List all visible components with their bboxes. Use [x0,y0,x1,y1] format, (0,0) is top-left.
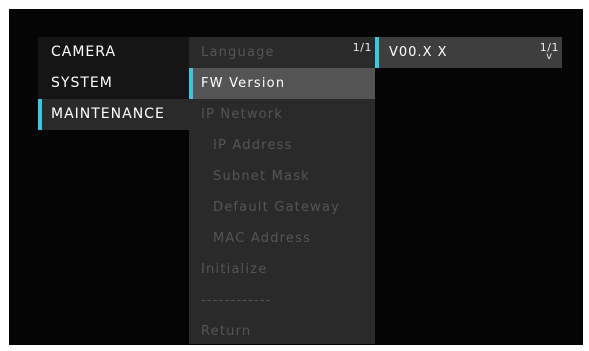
osd-screen: CAMERA SYSTEM MAINTENANCE Language 1/1 F… [9,9,583,345]
maintenance-submenu: Language 1/1 FW Version IP Network IP Ad… [189,37,375,344]
submenu-item-label: IP Network [201,107,284,122]
submenu-page-indicator: 1/1 [352,41,372,54]
main-menu-item-maintenance[interactable]: MAINTENANCE [38,99,189,130]
submenu-item-mac-address: MAC Address [189,223,375,254]
submenu-item-label: Initialize [201,262,268,277]
submenu-item-label: FW Version [201,76,286,91]
fw-version-value-panel: V00.X X 1/1 v [375,37,562,68]
submenu-item-label: IP Address [213,138,293,153]
main-menu-item-label: CAMERA [51,44,117,60]
main-menu-item-label: MAINTENANCE [51,106,165,122]
submenu-item-label: Return [201,324,252,339]
submenu-item-subnet-mask: Subnet Mask [189,161,375,192]
submenu-item-return: Return [189,316,375,347]
submenu-item-language: Language [189,37,375,68]
main-menu-item-system[interactable]: SYSTEM [38,68,189,99]
submenu-item-initialize: Initialize [189,254,375,285]
main-menu-item-label: SYSTEM [51,75,113,91]
submenu-item-label: Subnet Mask [213,169,310,184]
submenu-item-label: Default Gateway [213,200,341,215]
submenu-item-ip-address: IP Address [189,130,375,161]
submenu-divider-label: ------------ [201,293,272,308]
submenu-item-ip-network: IP Network [189,99,375,130]
main-menu-item-camera[interactable]: CAMERA [38,37,189,68]
submenu-item-default-gateway: Default Gateway [189,192,375,223]
chevron-down-icon: v [546,51,552,62]
submenu-item-label: MAC Address [213,231,312,246]
submenu-item-fw-version[interactable]: FW Version [189,68,375,99]
fw-version-value: V00.X X [389,45,448,60]
main-menu: CAMERA SYSTEM MAINTENANCE [38,37,189,130]
submenu-divider: ------------ [189,285,375,316]
submenu-item-label: Language [201,45,275,60]
